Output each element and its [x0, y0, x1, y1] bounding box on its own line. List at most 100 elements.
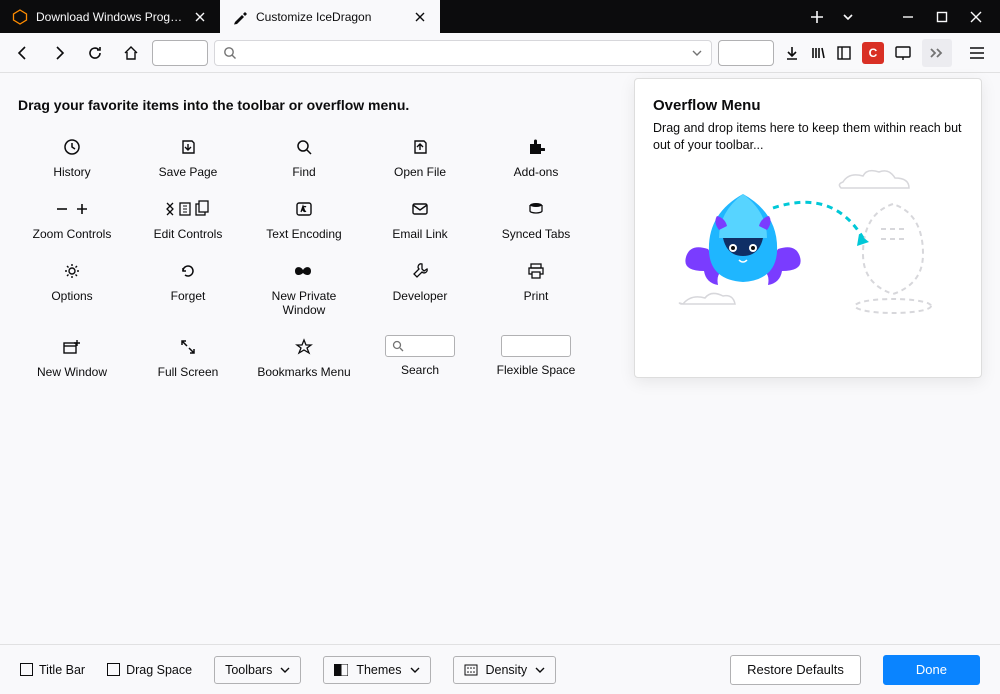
- new-window-icon: [62, 335, 82, 359]
- checkbox-icon: [107, 663, 120, 676]
- done-button[interactable]: Done: [883, 655, 980, 685]
- overflow-menu-panel[interactable]: Overflow Menu Drag and drop items here t…: [634, 78, 982, 378]
- item-label: Flexible Space: [497, 363, 576, 377]
- encoding-icon: [295, 197, 313, 221]
- customize-instruction: Drag your favorite items into the toolba…: [18, 97, 610, 113]
- icedragon-favicon-icon: [12, 9, 28, 25]
- addons-icon: [527, 135, 545, 159]
- search-icon: [223, 46, 237, 60]
- fullscreen-icon: [179, 335, 197, 359]
- item-label: History: [53, 165, 90, 179]
- button-label: Done: [916, 662, 947, 677]
- close-icon[interactable]: [192, 9, 208, 25]
- item-save-page[interactable]: Save Page: [134, 129, 242, 179]
- item-zoom-controls[interactable]: Zoom Controls: [18, 191, 126, 241]
- new-tab-icon[interactable]: [810, 10, 824, 24]
- item-label: Print: [524, 289, 549, 303]
- overflow-title: Overflow Menu: [653, 97, 963, 114]
- item-bookmarks-menu[interactable]: Bookmarks Menu: [250, 329, 358, 379]
- item-developer[interactable]: Developer: [366, 253, 474, 317]
- select-label: Density: [486, 663, 528, 677]
- customize-pane: Drag your favorite items into the toolba…: [0, 73, 634, 644]
- item-find[interactable]: Find: [250, 129, 358, 179]
- window-controls: [874, 0, 1000, 33]
- item-new-private-window[interactable]: New Private Window: [250, 253, 358, 317]
- dragspace-checkbox[interactable]: Drag Space: [107, 663, 192, 677]
- edit-controls-icon: [164, 197, 212, 221]
- find-icon: [295, 135, 313, 159]
- item-label: Open File: [394, 165, 446, 179]
- identity-box[interactable]: [152, 40, 208, 66]
- comodo-icon[interactable]: C: [862, 42, 884, 64]
- item-text-encoding[interactable]: Text Encoding: [250, 191, 358, 241]
- home-button[interactable]: [116, 38, 146, 68]
- search-slot: [385, 335, 455, 357]
- item-edit-controls[interactable]: Edit Controls: [134, 191, 242, 241]
- tab-title: Download Windows Programs: [36, 10, 184, 24]
- item-email-link[interactable]: Email Link: [366, 191, 474, 241]
- close-window-icon[interactable]: [970, 11, 982, 23]
- overflow-button[interactable]: [922, 39, 952, 67]
- item-label: Forget: [171, 289, 206, 303]
- address-bar[interactable]: [214, 40, 712, 66]
- density-icon: [464, 663, 478, 677]
- item-history[interactable]: History: [18, 129, 126, 179]
- item-label: Text Encoding: [266, 227, 341, 241]
- chevron-down-icon[interactable]: [691, 47, 703, 59]
- item-label: Synced Tabs: [502, 227, 571, 241]
- item-synced-tabs[interactable]: Synced Tabs: [482, 191, 590, 241]
- synced-tabs-icon: [527, 197, 545, 221]
- item-label: Email Link: [392, 227, 447, 241]
- item-label: Zoom Controls: [33, 227, 112, 241]
- themes-select[interactable]: Themes: [323, 656, 430, 684]
- tab-download-windows[interactable]: Download Windows Programs: [0, 0, 220, 33]
- item-search[interactable]: Search: [366, 329, 474, 379]
- downloads-icon[interactable]: [784, 45, 800, 61]
- titlebar-checkbox[interactable]: Title Bar: [20, 663, 85, 677]
- density-select[interactable]: Density: [453, 656, 557, 684]
- gear-icon: [63, 259, 81, 283]
- private-icon: [293, 259, 315, 283]
- item-flexible-space[interactable]: Flexible Space: [482, 329, 590, 379]
- search-box[interactable]: [718, 40, 774, 66]
- bookmarks-icon: [295, 335, 313, 359]
- customize-favicon-icon: [232, 9, 248, 25]
- history-icon: [63, 135, 81, 159]
- library-icon[interactable]: [810, 45, 826, 61]
- tab-actions: [790, 0, 874, 33]
- item-label: New Window: [37, 365, 107, 379]
- tabs-dropdown-icon[interactable]: [842, 11, 854, 23]
- back-button[interactable]: [8, 38, 38, 68]
- item-options[interactable]: Options: [18, 253, 126, 317]
- menu-button[interactable]: [962, 38, 992, 68]
- open-file-icon: [411, 135, 429, 159]
- minimize-icon[interactable]: [902, 11, 914, 23]
- item-label: Edit Controls: [154, 227, 223, 241]
- item-forget[interactable]: Forget: [134, 253, 242, 317]
- item-new-window[interactable]: New Window: [18, 329, 126, 379]
- restore-defaults-button[interactable]: Restore Defaults: [730, 655, 861, 685]
- themes-icon: [334, 663, 348, 677]
- save-page-icon: [179, 135, 197, 159]
- item-label: Options: [51, 289, 92, 303]
- item-label: Add-ons: [514, 165, 559, 179]
- tab-customize[interactable]: Customize IceDragon: [220, 0, 440, 33]
- toolbars-select[interactable]: Toolbars: [214, 656, 301, 684]
- developer-icon: [411, 259, 429, 283]
- item-label: New Private Window: [250, 289, 358, 317]
- item-label: Full Screen: [158, 365, 219, 379]
- item-addons[interactable]: Add-ons: [482, 129, 590, 179]
- close-icon[interactable]: [412, 9, 428, 25]
- flexible-space-slot: [501, 335, 571, 357]
- item-open-file[interactable]: Open File: [366, 129, 474, 179]
- reload-button[interactable]: [80, 38, 110, 68]
- media-icon[interactable]: [894, 45, 912, 61]
- customize-footer: Title Bar Drag Space Toolbars Themes Den…: [0, 644, 1000, 694]
- item-print[interactable]: Print: [482, 253, 590, 317]
- item-full-screen[interactable]: Full Screen: [134, 329, 242, 379]
- chevron-down-icon: [280, 665, 290, 675]
- maximize-icon[interactable]: [936, 11, 948, 23]
- sidebar-icon[interactable]: [836, 45, 852, 61]
- button-label: Restore Defaults: [747, 662, 844, 677]
- forward-button[interactable]: [44, 38, 74, 68]
